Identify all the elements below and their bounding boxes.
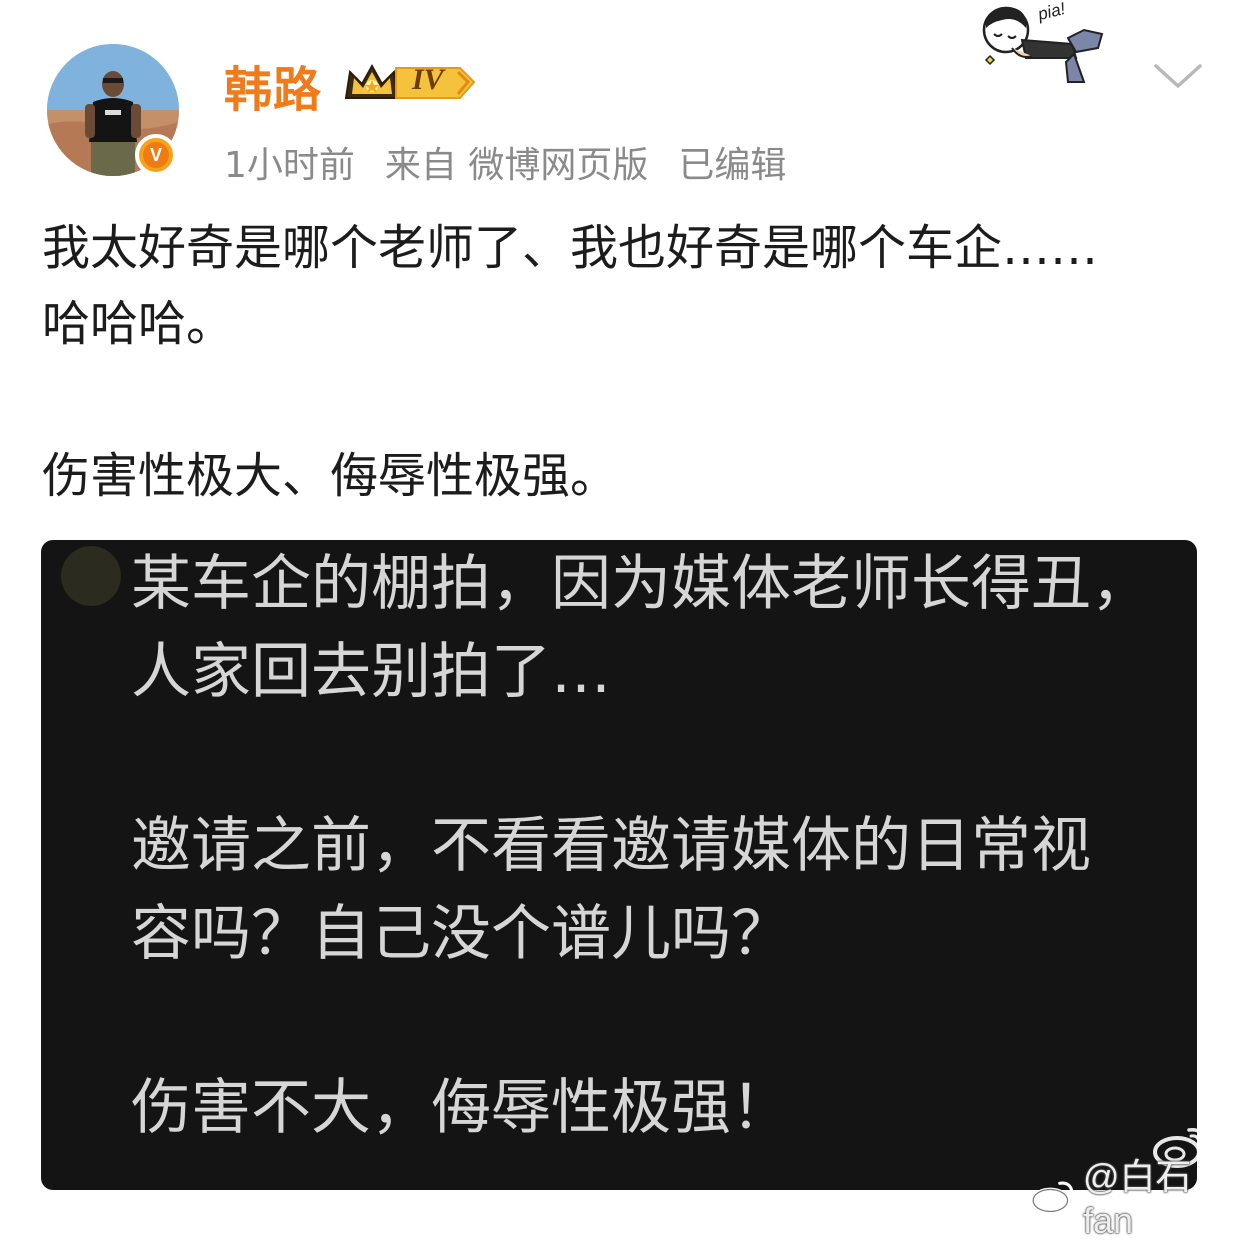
- watermark-handle: @白石fan: [1082, 1156, 1192, 1241]
- weibo-logo-icon: [1031, 1181, 1074, 1214]
- image-blur-spot: [61, 546, 121, 606]
- post-meta: 1小时前 来自 微博网页版 已编辑: [224, 136, 786, 188]
- post-text-line: 伤害性极大、侮辱性极强。: [42, 448, 619, 504]
- page-watermark: @白石fan: [1030, 1156, 1238, 1241]
- image-text-line: 某车企的棚拍，因为媒体老师长得丑，: [131, 549, 1151, 619]
- post-image[interactable]: 某车企的棚拍，因为媒体老师长得丑， 人家回去别拍了… 邀请之前，不看看邀请媒体的…: [41, 540, 1197, 1190]
- post-source: 来自 微博网页版: [384, 145, 649, 186]
- image-text-line: 伤害不大，侮辱性极强！: [131, 1073, 791, 1143]
- image-text-block: 某车企的棚拍，因为媒体老师长得丑， 人家回去别拍了… 邀请之前，不看看邀请媒体的…: [131, 540, 1151, 1152]
- level-label: IV: [412, 63, 444, 96]
- author-name[interactable]: 韩路: [224, 50, 322, 120]
- post-edited-label[interactable]: 已编辑: [678, 136, 786, 188]
- image-text-line: 邀请之前，不看看邀请媒体的日常视: [131, 811, 1091, 881]
- post-text-line: 哈哈哈。: [42, 296, 235, 352]
- image-text-line: 容吗？自己没个谱儿吗？: [131, 899, 791, 969]
- verified-badge: V: [135, 134, 177, 176]
- verified-badge-letter: V: [143, 142, 169, 168]
- image-text-line: 人家回去别拍了…: [131, 637, 611, 707]
- post-text-line: 我太好奇是哪个老师了、我也好奇是哪个车企……: [42, 220, 1099, 276]
- post-body: 我太好奇是哪个老师了、我也好奇是哪个车企…… 哈哈哈。 伤害性极大、侮辱性极强。: [42, 210, 1202, 514]
- chevron-down-icon[interactable]: [1150, 58, 1206, 94]
- crown-level-icon[interactable]: IV: [342, 58, 476, 106]
- pendant-sticker: pia!: [972, 0, 1118, 86]
- author-avatar-container[interactable]: V: [47, 44, 181, 178]
- post-time[interactable]: 1小时前: [224, 136, 355, 188]
